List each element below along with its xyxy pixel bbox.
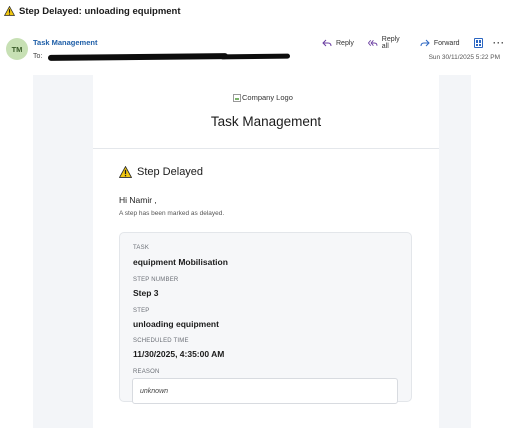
step-value: unloading equipment bbox=[133, 319, 219, 329]
reply-button[interactable]: Reply bbox=[322, 39, 354, 47]
warning-icon bbox=[4, 6, 15, 16]
alert-title: Step Delayed bbox=[137, 166, 204, 178]
alert-heading: Step Delayed bbox=[119, 166, 203, 178]
step-label: STEP bbox=[133, 308, 150, 314]
greeting: Hi Namir , bbox=[119, 195, 157, 205]
scheduled-time-value: 11/30/2025, 4:35:00 AM bbox=[133, 349, 225, 359]
subject-bar: Step Delayed: unloading equipment bbox=[0, 0, 505, 22]
reply-all-label: Reply all bbox=[381, 36, 400, 50]
email-title: Task Management bbox=[210, 114, 322, 129]
email-subject: Step Delayed: unloading equipment bbox=[19, 5, 181, 17]
company-logo: Company Logo bbox=[233, 93, 293, 102]
warning-icon bbox=[119, 166, 132, 178]
to-label: To: bbox=[33, 53, 43, 60]
delay-note: A step has been marked as delayed. bbox=[119, 210, 225, 217]
reply-all-button[interactable]: Reply all bbox=[367, 36, 406, 50]
redacted-recipient-tail bbox=[220, 53, 291, 60]
immersive-reader-icon[interactable] bbox=[473, 38, 483, 48]
step-number-value: Step 3 bbox=[133, 288, 159, 298]
task-label: TASK bbox=[133, 245, 150, 251]
redacted-recipient bbox=[48, 52, 229, 61]
forward-button[interactable]: Forward bbox=[420, 39, 460, 47]
reason-label: REASON bbox=[133, 369, 160, 375]
sender-avatar[interactable]: TM bbox=[6, 38, 28, 60]
received-date: Sun 30/11/2025 5:22 PM bbox=[428, 54, 500, 61]
recipient-line: To: bbox=[33, 52, 291, 61]
reply-label: Reply bbox=[336, 39, 354, 47]
step-number-label: STEP NUMBER bbox=[133, 277, 179, 283]
broken-image-icon bbox=[233, 93, 241, 102]
message-actions: Reply Reply all Forward ··· bbox=[322, 36, 505, 50]
sender-name[interactable]: Task Management bbox=[33, 38, 97, 47]
header-divider bbox=[93, 148, 439, 149]
logo-alt-text: Company Logo bbox=[242, 93, 293, 102]
reply-arrow-icon bbox=[322, 39, 332, 47]
reply-all-arrow-icon bbox=[367, 40, 378, 46]
scheduled-time-label: SCHEDULED TIME bbox=[133, 338, 189, 344]
more-options-icon[interactable]: ··· bbox=[493, 38, 505, 48]
forward-arrow-icon bbox=[420, 39, 430, 47]
forward-label: Forward bbox=[433, 39, 460, 47]
task-value: equipment Mobilisation bbox=[133, 257, 228, 267]
reason-field: unknown bbox=[132, 378, 398, 404]
